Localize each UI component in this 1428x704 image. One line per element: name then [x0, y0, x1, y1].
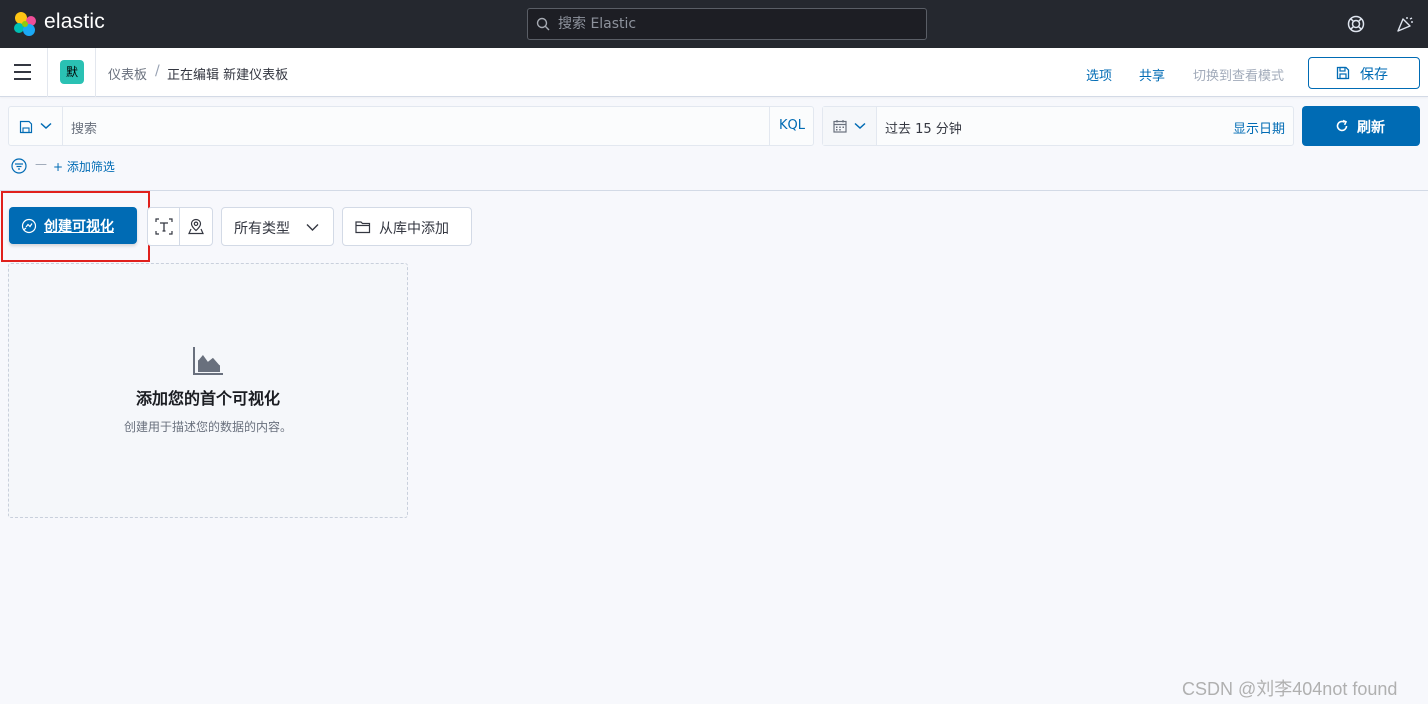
- add-from-library-button[interactable]: 从库中添加: [342, 207, 472, 246]
- filter-icon[interactable]: [11, 158, 27, 174]
- chevron-down-icon: [306, 224, 319, 231]
- divider: [0, 190, 1428, 191]
- quick-add-group: [147, 207, 213, 246]
- share-link[interactable]: 共享: [1139, 65, 1165, 84]
- add-from-library-label: 从库中添加: [379, 221, 449, 237]
- all-types-label: 所有类型: [234, 221, 290, 237]
- create-visualization-label: 创建可视化: [44, 219, 114, 235]
- options-link[interactable]: 选项: [1086, 65, 1112, 84]
- breadcrumb-separator: /: [155, 63, 160, 79]
- add-text-button[interactable]: [148, 208, 180, 245]
- divider: [47, 48, 48, 97]
- divider: [95, 48, 96, 97]
- date-picker: 过去 15 分钟 显示日期: [822, 106, 1294, 146]
- help-icon[interactable]: [1346, 14, 1366, 34]
- menu-toggle-button[interactable]: [14, 64, 32, 80]
- chevron-down-icon: [40, 122, 52, 130]
- global-search-input[interactable]: [558, 9, 918, 39]
- logo-text[interactable]: elastic: [44, 10, 105, 34]
- space-avatar[interactable]: 默: [60, 60, 84, 84]
- show-dates-link[interactable]: 显示日期: [1233, 118, 1285, 137]
- save-icon: [1336, 66, 1350, 80]
- calendar-icon: [833, 120, 847, 133]
- breadcrumb-dashboards[interactable]: 仪表板: [108, 64, 147, 83]
- elastic-logo-icon[interactable]: [12, 11, 38, 37]
- refresh-button-label: 刷新: [1357, 120, 1385, 136]
- filter-separator: —: [35, 157, 47, 171]
- watermark-text: CSDN @刘李404not found: [1182, 679, 1398, 699]
- query-input[interactable]: 搜索: [71, 118, 97, 137]
- query-bar: 搜索 KQL: [8, 106, 814, 146]
- visualize-app-icon: [21, 218, 37, 234]
- save-button-label: 保存: [1360, 67, 1388, 83]
- saved-query-button[interactable]: [9, 107, 63, 145]
- refresh-button[interactable]: 刷新: [1302, 106, 1420, 146]
- search-icon: [536, 17, 550, 31]
- add-map-button[interactable]: [180, 208, 212, 245]
- global-search[interactable]: [527, 8, 927, 40]
- map-icon: [188, 218, 204, 235]
- kql-button[interactable]: KQL: [769, 107, 814, 145]
- add-filter-button[interactable]: + 添加筛选: [53, 158, 115, 175]
- app-header: 默 仪表板 / 正在编辑 新建仪表板 选项 共享 切换到查看模式 保存: [0, 48, 1428, 97]
- quick-select-button[interactable]: [823, 107, 877, 145]
- folder-icon: [355, 221, 371, 234]
- date-range-text[interactable]: 过去 15 分钟: [885, 118, 962, 137]
- empty-state-title: 添加您的首个可视化: [135, 389, 280, 408]
- empty-dashboard-panel: 添加您的首个可视化 创建用于描述您的数据的内容。: [8, 263, 408, 518]
- chevron-down-icon: [854, 122, 866, 130]
- save-button[interactable]: 保存: [1308, 57, 1420, 89]
- text-icon: [155, 218, 173, 235]
- save-icon: [19, 120, 33, 134]
- view-mode-link[interactable]: 切换到查看模式: [1193, 65, 1284, 84]
- area-chart-icon: [193, 347, 223, 375]
- all-types-dropdown[interactable]: 所有类型: [221, 207, 334, 246]
- empty-state-description: 创建用于描述您的数据的内容。: [123, 420, 292, 434]
- breadcrumb-current: 正在编辑 新建仪表板: [167, 68, 289, 83]
- global-header: elastic: [0, 0, 1428, 48]
- create-visualization-button[interactable]: 创建可视化: [9, 207, 137, 244]
- newsfeed-icon[interactable]: [1395, 14, 1415, 34]
- refresh-icon: [1336, 119, 1348, 132]
- menu-icon: [14, 64, 31, 66]
